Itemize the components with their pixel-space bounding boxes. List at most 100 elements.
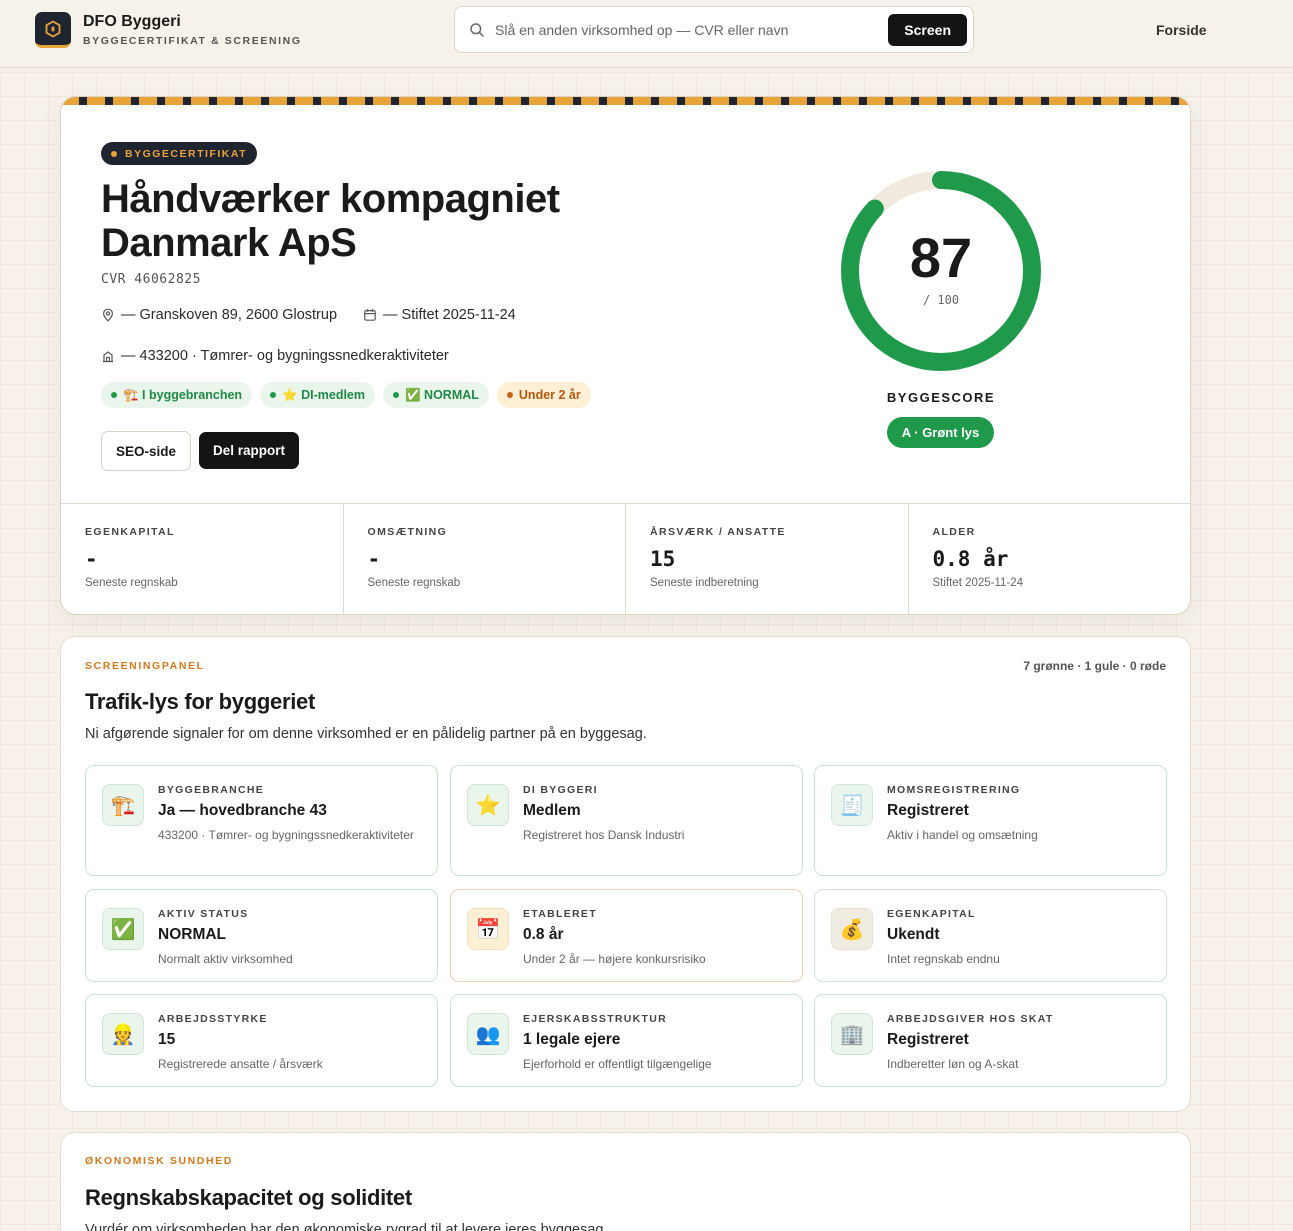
card-note: 433200 · Tømrer- og bygningssnedkeraktiv… [158,828,414,842]
stat-value: 15 [650,547,676,571]
stat-value: - [85,547,98,571]
stat-note: Seneste indberetning [650,577,759,589]
card-note: Under 2 år — højere konkursrisiko [523,952,706,966]
stat-revenue: OMSÆTNING - Seneste regnskab [344,504,626,614]
calendar-icon [364,309,376,321]
search-box: Screen [454,6,974,53]
card-label: ETABLERET [523,908,597,920]
card-value: 0.8 år [523,926,564,943]
card-label: BYGGEBRANCHE [158,784,265,796]
signal-summary: 7 grønne · 1 gule · 0 røde [1023,659,1166,673]
panel-description: Ni afgørende signaler for om denne virks… [85,726,647,742]
key-stats: EGENKAPITAL - Seneste regnskab OMSÆTNING… [61,503,1191,614]
meta-row-industry: — 433200 · Tømrer- og bygningssnedkerakt… [101,348,449,364]
founded-text: — Stiftet 2025-11-24 [383,307,516,323]
chip-dot [111,392,117,398]
brand-subtitle: BYGGECERTIFIKAT & SCREENING [83,35,302,47]
economy-eyebrow: ØKONOMISK SUNDHED [85,1155,233,1167]
stat-note: Seneste regnskab [367,577,461,589]
economy-description: Vurdér om virksomheden har den økonomisk… [85,1222,608,1231]
certificate-badge: BYGGECERTIFIKAT [101,142,258,165]
score-label: BYGGESCORE [886,390,996,405]
stat-label: ALDER [932,526,976,538]
card-value: Ukendt [887,926,940,943]
logo[interactable] [35,12,71,48]
search-icon [470,23,484,37]
company-name: Håndværker kompagniet Danmark ApS [101,177,560,265]
hexagon-logo-icon [45,19,61,38]
office-building-icon: 🏢 [831,1013,873,1055]
card-note: Registreret hos Dansk Industri [523,828,685,842]
building-icon [103,351,113,363]
card-label: MOMSREGISTRERING [887,784,1021,796]
stat-value: 0.8 år [932,547,1009,571]
people-icon: 👥 [467,1013,509,1055]
chip-label: ⭐ DI-medlem [282,387,366,402]
stat-age: ALDER 0.8 år Stiftet 2025-11-24 [909,504,1191,614]
panel-title: Trafik-lys for byggeriet [85,689,315,714]
card-value: 1 legale ejere [523,1031,621,1048]
card-label: ARBEJDSSTYRKE [158,1013,268,1025]
signal-card-vat: 🧾 MOMSREGISTRERING Registreret Aktiv i h… [814,765,1167,876]
stat-note: Stiftet 2025-11-24 [932,577,1024,589]
card-note: Aktiv i handel og omsætning [887,828,1038,842]
stat-employees: ÅRSVÆRK / ANSATTE 15 Seneste indberetnin… [626,504,909,614]
search-input[interactable] [495,15,885,45]
stat-note: Seneste regnskab [85,577,178,589]
score-max: / 100 [922,293,960,307]
badge-dot [111,150,117,157]
economy-panel: ØKONOMISK SUNDHED Regnskabskapacitet og … [60,1132,1191,1231]
stat-value: - [367,547,381,571]
card-label: EGENKAPITAL [887,908,976,920]
chip-status: ✅ NORMAL [383,382,489,408]
card-note: Registrerede ansatte / årsværk [158,1057,323,1071]
card-note: Indberetter løn og A-skat [887,1057,1019,1071]
card-value: NORMAL [158,926,227,943]
card-value: 15 [158,1031,176,1048]
calendar-icon: 📅 [467,908,509,950]
signal-card-workforce: 👷 ARBEJDSSTYRKE 15 Registrerede ansatte … [85,994,438,1087]
industry-text: — 433200 · Tømrer- og bygningssnedkerakt… [121,348,449,364]
card-label: DI BYGGERI [523,784,598,796]
chip-age: Under 2 år [496,382,591,408]
chip-label: ✅ NORMAL [405,387,479,402]
signal-card-ownership: 👥 EJERSKABSSTRUKTUR 1 legale ejere Ejerf… [450,994,803,1087]
check-icon: ✅ [102,908,144,950]
card-value: Registreret [887,802,969,819]
status-chips: 🏗️ I byggebranchen ⭐ DI-medlem ✅ NORMAL … [101,382,591,408]
certificate-card: BYGGECERTIFIKAT Håndværker kompagniet Da… [60,96,1191,615]
badge-label: BYGGECERTIFIKAT [125,147,248,160]
share-report-button[interactable]: Del rapport [199,432,300,469]
score-grade-badge: A · Grønt lys [887,417,994,448]
screen-button[interactable]: Screen [888,14,967,46]
economy-title: Regnskabskapacitet og soliditet [85,1185,412,1210]
signal-card-employer: 🏢 ARBEJDSGIVER HOS SKAT Registreret Indb… [814,994,1167,1087]
stat-label: EGENKAPITAL [85,526,175,538]
chip-di-member: ⭐ DI-medlem [260,382,376,408]
chip-dot [506,392,513,398]
address-text: — Granskoven 89, 2600 Glostrup [121,307,338,323]
card-value: Medlem [523,802,581,819]
money-bag-icon: 💰 [831,908,873,950]
worker-icon: 👷 [102,1013,144,1055]
card-label: ARBEJDSGIVER HOS SKAT [887,1013,1054,1025]
chip-label: 🏗️ I byggebranchen [123,387,243,402]
stat-label: ÅRSVÆRK / ANSATTE [650,526,786,538]
card-note: Normalt aktiv virksomhed [158,952,293,966]
chip-dot [393,392,400,398]
crane-icon: 🏗️ [102,784,144,826]
chip-label: Under 2 år [518,388,581,402]
card-note: Intet regnskab endnu [887,952,1000,966]
signal-card-construction: 🏗️ BYGGEBRANCHE Ja — hovedbranche 43 433… [85,765,438,876]
nav-home-link[interactable]: Forside [1156,22,1207,38]
card-value: Ja — hovedbranche 43 [158,802,327,819]
seo-page-button[interactable]: SEO-side [101,431,192,471]
chip-construction: 🏗️ I byggebranchen [101,382,253,408]
star-icon: ⭐ [467,784,509,826]
stat-label: OMSÆTNING [367,526,448,538]
top-bar: DFO Byggeri BYGGECERTIFIKAT & SCREENING … [0,0,1293,68]
card-value: Registreret [887,1031,969,1048]
cvr-number: CVR 46062825 [101,272,201,287]
signal-card-status: ✅ AKTIV STATUS NORMAL Normalt aktiv virk… [85,889,438,982]
signal-card-established: 📅 ETABLERET 0.8 år Under 2 år — højere k… [450,889,803,982]
